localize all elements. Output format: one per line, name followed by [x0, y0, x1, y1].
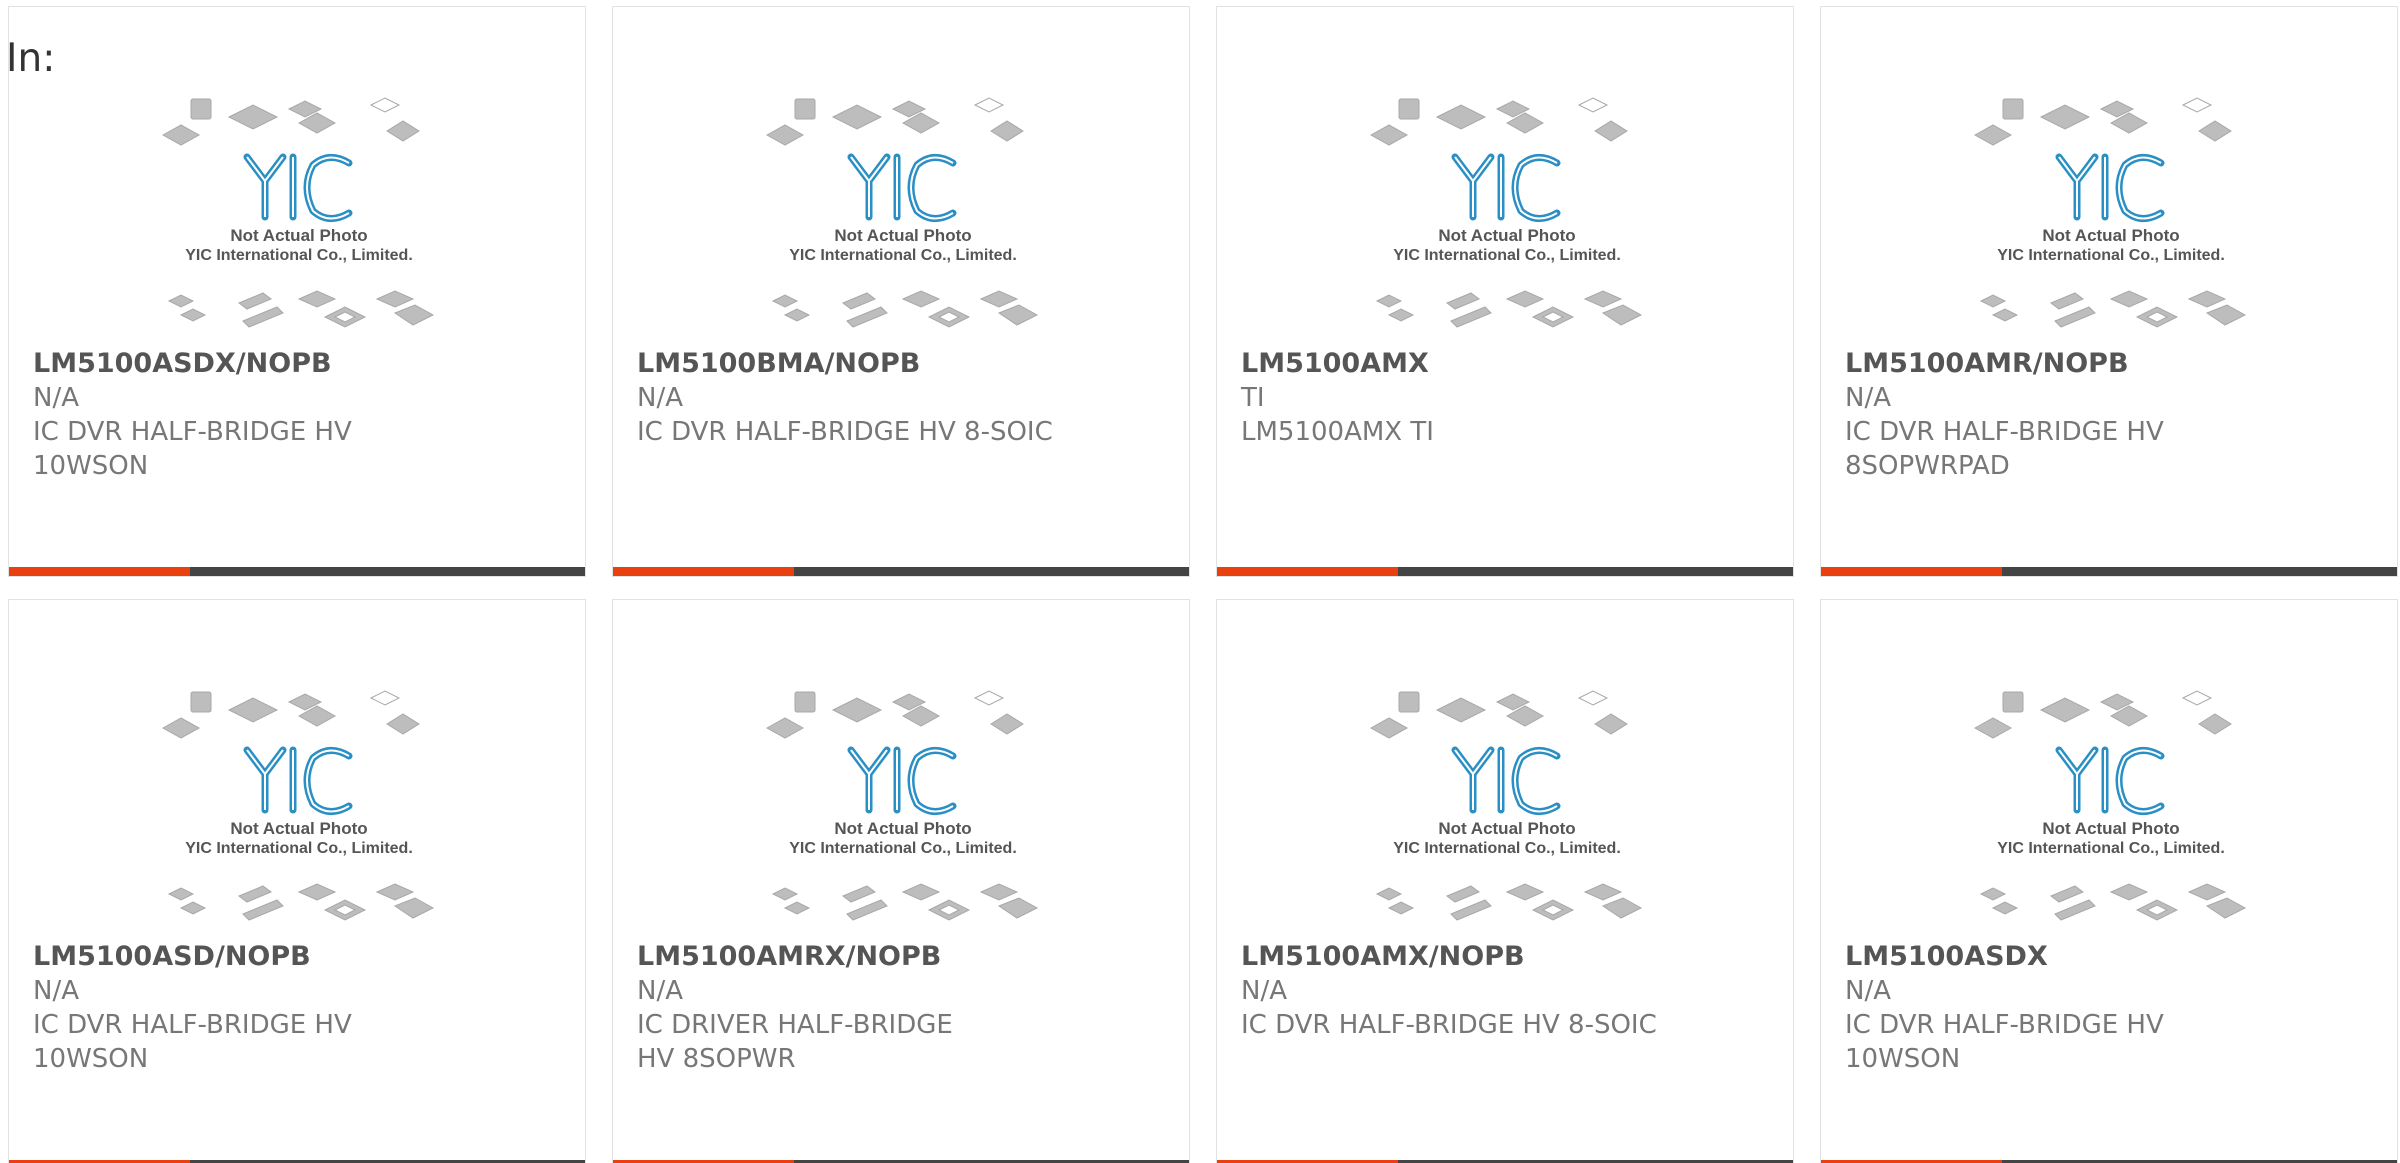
- chip-icons-top: [161, 690, 420, 739]
- chip-icons-top: [1973, 690, 2232, 739]
- product-description: IC DRIVER HALF-BRIDGE HV 8SOPWR: [637, 1010, 953, 1074]
- placeholder-image: Not Actual Photo YIC International Co., L…: [161, 97, 435, 328]
- card-bar-accent: [1821, 567, 2002, 576]
- product-listing-page: In: Not Actual Photo YIC International Co…: [0, 0, 2400, 1163]
- product-card[interactable]: Not Actual Photo YIC International Co., L…: [612, 599, 1190, 1163]
- product-card[interactable]: Not Actual Photo YIC International Co., L…: [1216, 6, 1794, 577]
- product-part-number[interactable]: LM5100BMA/NOPB: [637, 347, 1157, 381]
- placeholder-caption-line2: YIC International Co., Limited.: [1997, 840, 2225, 857]
- chip-icons-bottom: [167, 290, 435, 328]
- product-manufacturer: N/A: [1241, 976, 1287, 1006]
- product-manufacturer: N/A: [33, 383, 79, 413]
- product-manufacturer: TI: [1241, 383, 1265, 413]
- product-description: LM5100AMX TI: [1241, 417, 1434, 447]
- chip-icons-top: [1973, 97, 2232, 146]
- chip-icons-top: [161, 97, 420, 146]
- product-part-number[interactable]: LM5100ASD/NOPB: [33, 940, 553, 974]
- chip-icons-bottom: [1375, 883, 1643, 921]
- product-info: LM5100AMX/NOPB N/A IC DVR HALF-BRIDGE HV…: [1241, 940, 1761, 1042]
- placeholder-caption-line1: Not Actual Photo: [2042, 819, 2179, 838]
- placeholder-image: Not Actual Photo YIC International Co., L…: [1369, 690, 1643, 921]
- product-info: LM5100ASDX/NOPB N/A IC DVR HALF-BRIDGE H…: [33, 347, 553, 483]
- card-bottom-bar: [9, 567, 585, 576]
- product-info: LM5100AMRX/NOPB N/A IC DRIVER HALF-BRIDG…: [637, 940, 1157, 1076]
- product-part-number[interactable]: LM5100AMX/NOPB: [1241, 940, 1761, 974]
- product-manufacturer: N/A: [1845, 976, 1891, 1006]
- product-description: IC DVR HALF-BRIDGE HV 8-SOIC: [1241, 1010, 1657, 1040]
- product-manufacturer: N/A: [1845, 383, 1891, 413]
- placeholder-image: Not Actual Photo YIC International Co., L…: [1973, 690, 2247, 921]
- chip-icons-top: [765, 97, 1024, 146]
- product-description: IC DVR HALF-BRIDGE HV 8SOPWRPAD: [1845, 417, 2164, 481]
- product-manufacturer: N/A: [637, 383, 683, 413]
- card-bottom-bar: [613, 567, 1189, 576]
- yic-logo-icon: [1451, 746, 1561, 815]
- product-description: IC DVR HALF-BRIDGE HV 10WSON: [33, 417, 352, 481]
- product-info: LM5100BMA/NOPB N/A IC DVR HALF-BRIDGE HV…: [637, 347, 1157, 449]
- product-card[interactable]: Not Actual Photo YIC International Co., L…: [1216, 599, 1794, 1163]
- product-card[interactable]: Not Actual Photo YIC International Co., L…: [8, 599, 586, 1163]
- chip-icons-top: [765, 690, 1024, 739]
- product-part-number[interactable]: LM5100AMX: [1241, 347, 1761, 381]
- yic-logo-icon: [243, 153, 353, 222]
- placeholder-caption-line1: Not Actual Photo: [1438, 226, 1575, 245]
- product-part-number[interactable]: LM5100AMR/NOPB: [1845, 347, 2365, 381]
- placeholder-caption-line2: YIC International Co., Limited.: [789, 247, 1017, 264]
- placeholder-caption-line1: Not Actual Photo: [230, 226, 367, 245]
- chip-icons-bottom: [1375, 290, 1643, 328]
- product-manufacturer: N/A: [33, 976, 79, 1006]
- yic-logo-icon: [1451, 153, 1561, 222]
- card-bottom-bar: [1217, 567, 1793, 576]
- yic-logo-icon: [2055, 153, 2165, 222]
- placeholder-image: Not Actual Photo YIC International Co., L…: [1973, 97, 2247, 328]
- chip-icons-top: [1369, 97, 1628, 146]
- product-card[interactable]: Not Actual Photo YIC International Co., L…: [612, 6, 1190, 577]
- product-part-number[interactable]: LM5100ASDX/NOPB: [33, 347, 553, 381]
- placeholder-image: Not Actual Photo YIC International Co., L…: [765, 97, 1039, 328]
- chip-icons-bottom: [771, 290, 1039, 328]
- placeholder-image: Not Actual Photo YIC International Co., L…: [1369, 97, 1643, 328]
- card-bar-accent: [9, 567, 190, 576]
- product-info: LM5100AMR/NOPB N/A IC DVR HALF-BRIDGE HV…: [1845, 347, 2365, 483]
- product-description: IC DVR HALF-BRIDGE HV 8-SOIC: [637, 417, 1053, 447]
- placeholder-caption-line2: YIC International Co., Limited.: [1393, 840, 1621, 857]
- chip-icons-bottom: [1979, 290, 2247, 328]
- product-description: IC DVR HALF-BRIDGE HV 10WSON: [1845, 1010, 2164, 1074]
- placeholder-caption-line1: Not Actual Photo: [230, 819, 367, 838]
- yic-logo-icon: [243, 746, 353, 815]
- chip-icons-top: [1369, 690, 1628, 739]
- product-part-number[interactable]: LM5100AMRX/NOPB: [637, 940, 1157, 974]
- product-part-number[interactable]: LM5100ASDX: [1845, 940, 2365, 974]
- product-info: LM5100AMX TI LM5100AMX TI: [1241, 347, 1761, 449]
- placeholder-caption-line1: Not Actual Photo: [834, 226, 971, 245]
- yic-logo-icon: [847, 153, 957, 222]
- placeholder-caption-line2: YIC International Co., Limited.: [1997, 247, 2225, 264]
- chip-icons-bottom: [771, 883, 1039, 921]
- product-info: LM5100ASDX N/A IC DVR HALF-BRIDGE HV 10W…: [1845, 940, 2365, 1076]
- product-info: LM5100ASD/NOPB N/A IC DVR HALF-BRIDGE HV…: [33, 940, 553, 1076]
- placeholder-image: Not Actual Photo YIC International Co., L…: [161, 690, 435, 921]
- placeholder-caption-line1: Not Actual Photo: [1438, 819, 1575, 838]
- product-description: IC DVR HALF-BRIDGE HV 10WSON: [33, 1010, 352, 1074]
- placeholder-caption-line2: YIC International Co., Limited.: [1393, 247, 1621, 264]
- placeholder-caption-line2: YIC International Co., Limited.: [185, 247, 413, 264]
- yic-logo-icon: [2055, 746, 2165, 815]
- product-card[interactable]: Not Actual Photo YIC International Co., L…: [1820, 599, 2398, 1163]
- product-grid: Not Actual Photo YIC International Co., L…: [8, 6, 2398, 1163]
- card-bottom-bar: [1821, 567, 2397, 576]
- chip-icons-bottom: [1979, 883, 2247, 921]
- chip-icons-bottom: [167, 883, 435, 921]
- card-bar-accent: [1217, 567, 1398, 576]
- product-card[interactable]: Not Actual Photo YIC International Co., L…: [8, 6, 586, 577]
- filter-label: In:: [6, 36, 56, 81]
- product-manufacturer: N/A: [637, 976, 683, 1006]
- product-card[interactable]: Not Actual Photo YIC International Co., L…: [1820, 6, 2398, 577]
- placeholder-caption-line2: YIC International Co., Limited.: [789, 840, 1017, 857]
- placeholder-caption-line1: Not Actual Photo: [2042, 226, 2179, 245]
- placeholder-image: Not Actual Photo YIC International Co., L…: [765, 690, 1039, 921]
- card-bar-accent: [613, 567, 794, 576]
- yic-logo-icon: [847, 746, 957, 815]
- placeholder-caption-line1: Not Actual Photo: [834, 819, 971, 838]
- placeholder-caption-line2: YIC International Co., Limited.: [185, 840, 413, 857]
